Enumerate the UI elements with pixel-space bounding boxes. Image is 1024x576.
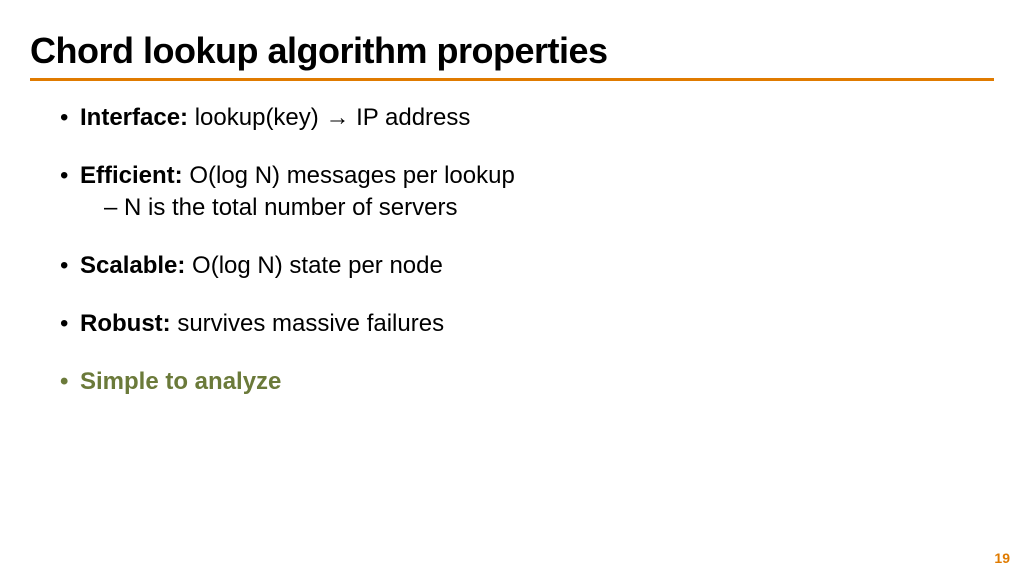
bullet-simple-analyze: Simple to analyze <box>60 367 994 397</box>
bullet-scalable: Scalable: O(log N) state per node <box>60 251 994 281</box>
slide: Chord lookup algorithm properties Interf… <box>0 0 1024 576</box>
subbullet-n-servers: N is the total number of servers <box>104 193 994 223</box>
bullet-label: Scalable: <box>80 252 185 279</box>
bullet-text: lookup(key) → IP address <box>188 104 470 131</box>
page-number: 19 <box>994 550 1010 566</box>
bullet-efficient: Efficient: O(log N) messages per lookup … <box>60 161 994 223</box>
slide-content: Interface: lookup(key) → IP address Effi… <box>30 81 994 397</box>
slide-title: Chord lookup algorithm properties <box>30 30 994 72</box>
bullet-text: O(log N) messages per lookup <box>183 162 515 189</box>
bullet-label: Efficient: <box>80 162 183 189</box>
bullet-label: Robust: <box>80 310 171 337</box>
bullet-text: survives massive failures <box>171 310 444 337</box>
bullet-interface: Interface: lookup(key) → IP address <box>60 103 994 133</box>
bullet-robust: Robust: survives massive failures <box>60 309 994 339</box>
bullet-label: Interface: <box>80 104 188 131</box>
bullet-text: O(log N) state per node <box>185 252 442 279</box>
